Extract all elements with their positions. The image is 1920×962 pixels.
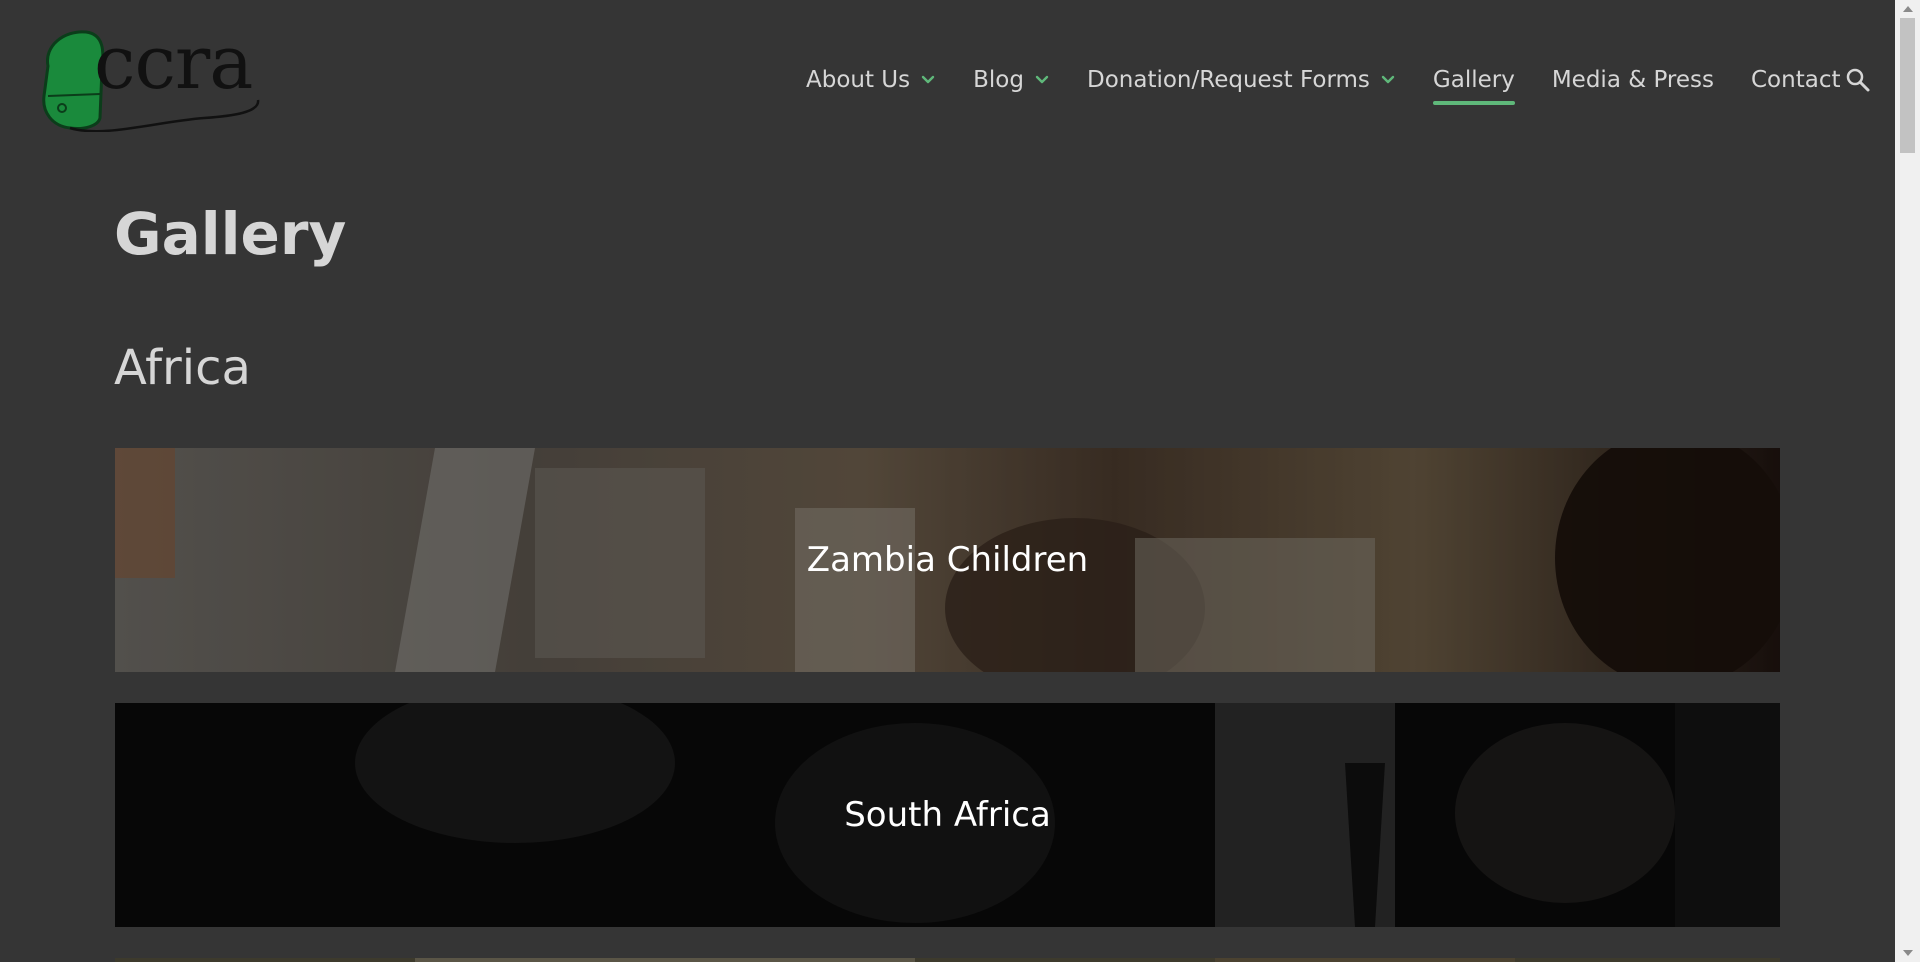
- album-cover-image: [115, 958, 1780, 962]
- album-title: Zambia Children: [806, 540, 1089, 580]
- nav-item-blog[interactable]: Blog: [973, 60, 1050, 100]
- nav-item-media-press[interactable]: Media & Press: [1552, 60, 1714, 100]
- nav-item-donation-request-forms[interactable]: Donation/Request Forms: [1087, 60, 1396, 100]
- section-title: Africa: [114, 340, 251, 396]
- search-button[interactable]: [1844, 66, 1872, 94]
- nav-item-gallery[interactable]: Gallery: [1432, 60, 1515, 105]
- album-title: South Africa: [844, 795, 1051, 835]
- nav-item-contact[interactable]: Contact: [1751, 60, 1840, 100]
- album-card-zambia-children[interactable]: Zambia Children: [115, 448, 1780, 672]
- nav-item-label: Media & Press: [1551, 67, 1714, 93]
- chevron-down-icon: [1381, 75, 1395, 84]
- scroll-up-arrow-icon[interactable]: [1903, 6, 1913, 12]
- search-icon: [1846, 68, 1870, 92]
- page-title: Gallery: [114, 200, 347, 268]
- site-logo[interactable]: ccra: [34, 20, 264, 133]
- main-nav: About Us Blog Donation/Request Forms Gal…: [806, 60, 1877, 105]
- nav-item-label: Contact: [1751, 67, 1841, 93]
- scroll-down-arrow-icon[interactable]: [1903, 950, 1913, 956]
- page-scrollbar[interactable]: [1895, 0, 1920, 962]
- album-card-3[interactable]: [115, 958, 1780, 962]
- scroll-thumb[interactable]: [1900, 18, 1915, 153]
- album-card-south-africa[interactable]: South Africa: [115, 703, 1780, 927]
- nav-item-label: Blog: [973, 67, 1024, 93]
- nav-item-label: About Us: [806, 67, 911, 93]
- nav-item-label: Donation/Request Forms: [1086, 67, 1370, 93]
- nav-item-label: Gallery: [1432, 67, 1515, 93]
- logo-text: ccra: [94, 20, 253, 106]
- nav-item-about-us[interactable]: About Us: [806, 60, 936, 100]
- chevron-down-icon: [1035, 75, 1049, 84]
- page: ccra About Us Blog Donation/Request Form…: [0, 0, 1895, 962]
- chevron-down-icon: [921, 75, 935, 84]
